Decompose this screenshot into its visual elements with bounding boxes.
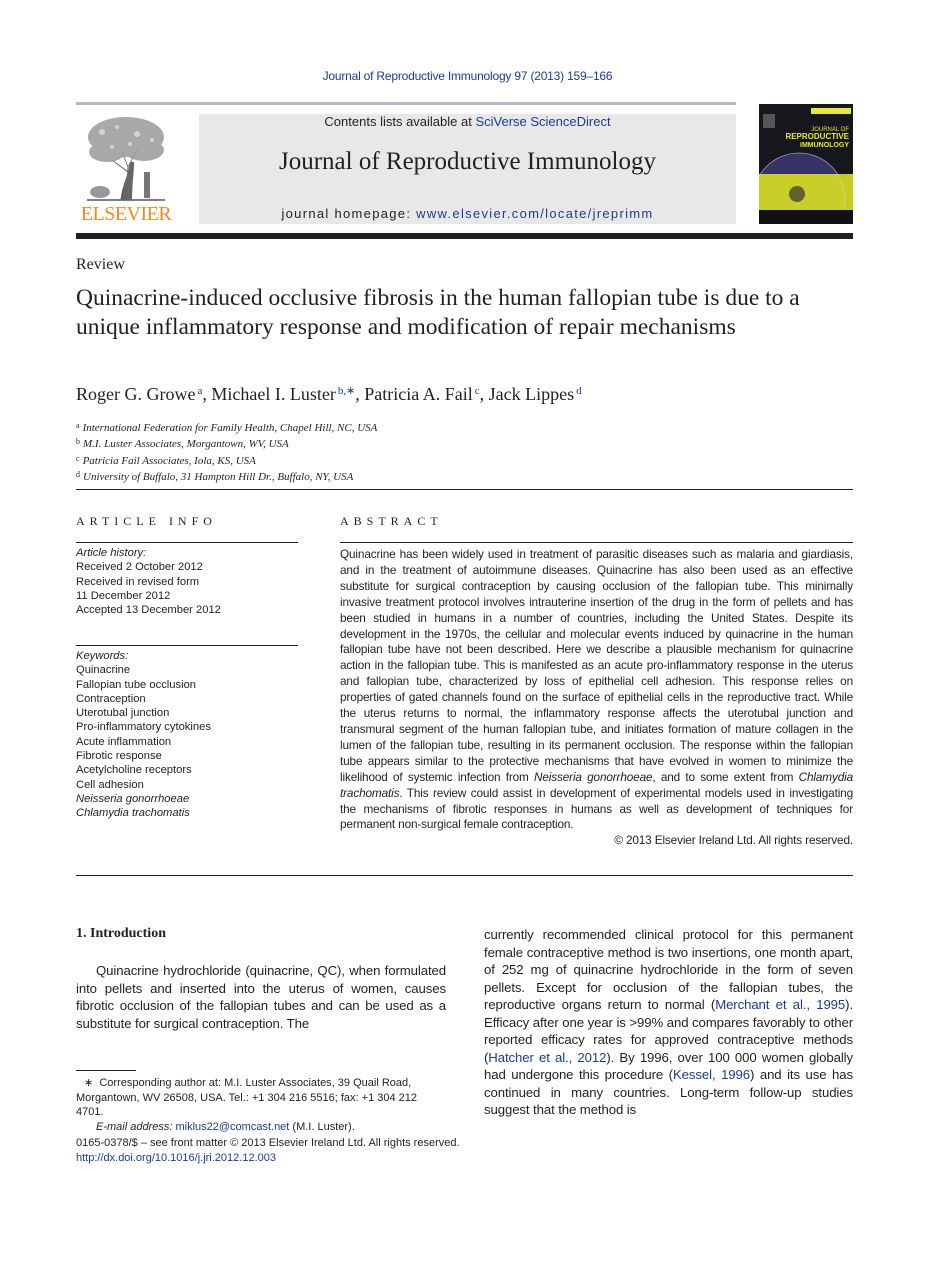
affiliation-link[interactable]: a bbox=[197, 385, 202, 397]
keyword-item: Neisseria gonorrhoeae bbox=[76, 792, 190, 805]
affiliation-link[interactable]: b,∗ bbox=[338, 385, 355, 397]
keyword-item: Fibrotic response bbox=[76, 750, 162, 763]
keyword-item: Contraception bbox=[76, 692, 146, 705]
affiliation-text: University of Buffalo, 31 Hampton Hill D… bbox=[83, 470, 354, 483]
keyword-item: Cell adhesion bbox=[76, 778, 144, 791]
journal-citation-link[interactable]: Journal of Reproductive Immunology 97 (2… bbox=[0, 69, 935, 83]
issn-line: 0165-0378/$ – see front matter © 2013 El… bbox=[76, 1137, 460, 1149]
article-info-heading: ARTICLE INFO bbox=[76, 514, 217, 528]
divider bbox=[76, 875, 853, 876]
history-item: Received in revised form bbox=[76, 575, 200, 588]
doi-link[interactable]: http://dx.doi.org/10.1016/j.jri.2012.12.… bbox=[76, 1151, 496, 1166]
abstract-species-name: Neisseria gonorrhoeae bbox=[534, 769, 653, 784]
citation-link[interactable]: Kessel, 1996 bbox=[673, 1067, 750, 1082]
affiliation-text: International Federation for Family Heal… bbox=[82, 422, 378, 434]
history-item: 11 December 2012 bbox=[76, 589, 171, 602]
citation-link[interactable]: Merchant et al., 1995 bbox=[715, 997, 845, 1012]
affiliation-key: a bbox=[76, 421, 80, 430]
header-rule bbox=[76, 102, 736, 105]
divider bbox=[340, 542, 853, 543]
keywords: Keywords: Quinacrine Fallopian tube occlu… bbox=[76, 649, 211, 821]
affiliation-item: c Patricia Fail Associates, Iola, KS, USA bbox=[76, 452, 377, 468]
affiliation-item: d University of Buffalo, 31 Hampton Hill … bbox=[76, 468, 377, 484]
journal-cover-image[interactable]: JOURNAL OF REPRODUCTIVE IMMUNOLOGY bbox=[759, 104, 853, 224]
abstract-segment: , and to some extent from bbox=[652, 769, 799, 784]
sciencedirect-link[interactable]: SciVerse ScienceDirect bbox=[475, 114, 610, 129]
author-list: Roger G. Growe a, Michael I. Luster b,∗, P… bbox=[76, 384, 582, 404]
journal-homepage: journal homepage: www.elsevier.com/locat… bbox=[199, 206, 736, 221]
masthead-divider bbox=[76, 233, 853, 239]
journal-masthead: Contents lists available at SciVerse Sci… bbox=[199, 114, 736, 224]
footnote-text: Corresponding author at: M.I. Luster Ass… bbox=[76, 1077, 418, 1118]
author-name: Michael I. Luster bbox=[211, 384, 336, 404]
article-title: Quinacrine-induced occlusive fibrosis in… bbox=[76, 285, 800, 340]
contents-prefix: Contents lists available at bbox=[324, 114, 476, 129]
abstract-copyright: © 2013 Elsevier Ireland Ltd. All rights … bbox=[614, 833, 853, 848]
affiliation-link[interactable]: d bbox=[576, 385, 582, 397]
keywords-label: Keywords: bbox=[76, 650, 129, 662]
elsevier-tree-icon bbox=[87, 117, 165, 201]
affiliation-text: M.I. Luster Associates, Morgantown, WV, … bbox=[83, 438, 289, 451]
body-right-column: currently recommended clinical protocol … bbox=[484, 926, 853, 1119]
footnote-marker: ∗ bbox=[84, 1077, 94, 1089]
email-suffix: (M.I. Luster). bbox=[289, 1120, 355, 1133]
citation-link[interactable]: Hatcher et al., 2012 bbox=[488, 1050, 606, 1065]
section-heading: 1. Introduction bbox=[76, 926, 166, 941]
affiliation-key: b bbox=[76, 437, 80, 447]
corresponding-author-footnote: ∗ Corresponding author at: M.I. Luster A… bbox=[76, 1076, 446, 1134]
divider bbox=[76, 645, 298, 646]
abstract-heading: ABSTRACT bbox=[340, 514, 443, 528]
keyword-item: Quinacrine bbox=[76, 664, 131, 677]
body-left-column: Quinacrine hydrochloride (quinacrine, QC… bbox=[76, 963, 446, 1031]
keyword-item: Uterotubal junction bbox=[76, 707, 170, 720]
cover-title-line-2: REPRODUCTIVE bbox=[785, 132, 849, 141]
homepage-label: journal homepage: bbox=[281, 206, 417, 221]
keyword-item: Fallopian tube occlusion bbox=[76, 678, 197, 691]
keyword-item: Acute inflammation bbox=[76, 735, 172, 748]
affiliation-key: d bbox=[76, 469, 80, 479]
author-name: Roger G. Growe bbox=[76, 384, 196, 404]
keyword-item: Pro-inflammatory cytokines bbox=[76, 721, 211, 734]
elsevier-wordmark: ELSEVIER bbox=[80, 203, 172, 225]
divider bbox=[76, 542, 298, 543]
abstract-segment: Quinacrine has been widely used in treat… bbox=[340, 547, 853, 784]
journal-title: Journal of Reproductive Immunology bbox=[278, 148, 656, 175]
history-label: Article history: bbox=[76, 547, 147, 559]
divider bbox=[76, 489, 853, 490]
footnote-divider bbox=[76, 1070, 136, 1071]
affiliation-item: b M.I. Luster Associates, Morgantown, WV,… bbox=[76, 435, 377, 451]
article-type: Review bbox=[76, 256, 125, 273]
abstract-text: Quinacrine has been widely used in treat… bbox=[340, 547, 853, 849]
elsevier-logo[interactable]: ELSEVIER bbox=[76, 112, 176, 226]
contents-line: Contents lists available at SciVerse Sci… bbox=[199, 114, 736, 129]
keyword-item: Chlamydia trachomatis bbox=[76, 807, 190, 820]
keyword-item: Acetylcholine receptors bbox=[76, 764, 192, 777]
author-name: Patricia A. Fail bbox=[364, 384, 473, 404]
abstract-segment: . This review could assist in developmen… bbox=[340, 785, 853, 832]
affiliation-list: a International Federation for Family Hea… bbox=[76, 419, 377, 484]
email-label: E-mail address: bbox=[96, 1120, 173, 1133]
history-item: Received 2 October 2012 bbox=[76, 561, 203, 574]
author-name: Jack Lippes bbox=[488, 384, 575, 404]
affiliation-text: Patricia Fail Associates, Iola, KS, USA bbox=[82, 454, 256, 467]
affiliation-item: a International Federation for Family Hea… bbox=[76, 419, 377, 435]
affiliation-link[interactable]: c bbox=[475, 385, 480, 397]
journal-cover-art: JOURNAL OF REPRODUCTIVE IMMUNOLOGY bbox=[759, 104, 853, 224]
affiliation-key: c bbox=[76, 453, 80, 463]
history-item: Accepted 13 December 2012 bbox=[76, 604, 221, 617]
cover-title-line-3: IMMUNOLOGY bbox=[800, 142, 849, 149]
email-link[interactable]: miklus22@comcast.net bbox=[175, 1121, 289, 1133]
homepage-link[interactable]: www.elsevier.com/locate/jreprimm bbox=[416, 206, 653, 221]
article-history: Article history: Received 2 October 2012… bbox=[76, 546, 221, 617]
page-footer: 0165-0378/$ – see front matter © 2013 El… bbox=[76, 1136, 496, 1165]
